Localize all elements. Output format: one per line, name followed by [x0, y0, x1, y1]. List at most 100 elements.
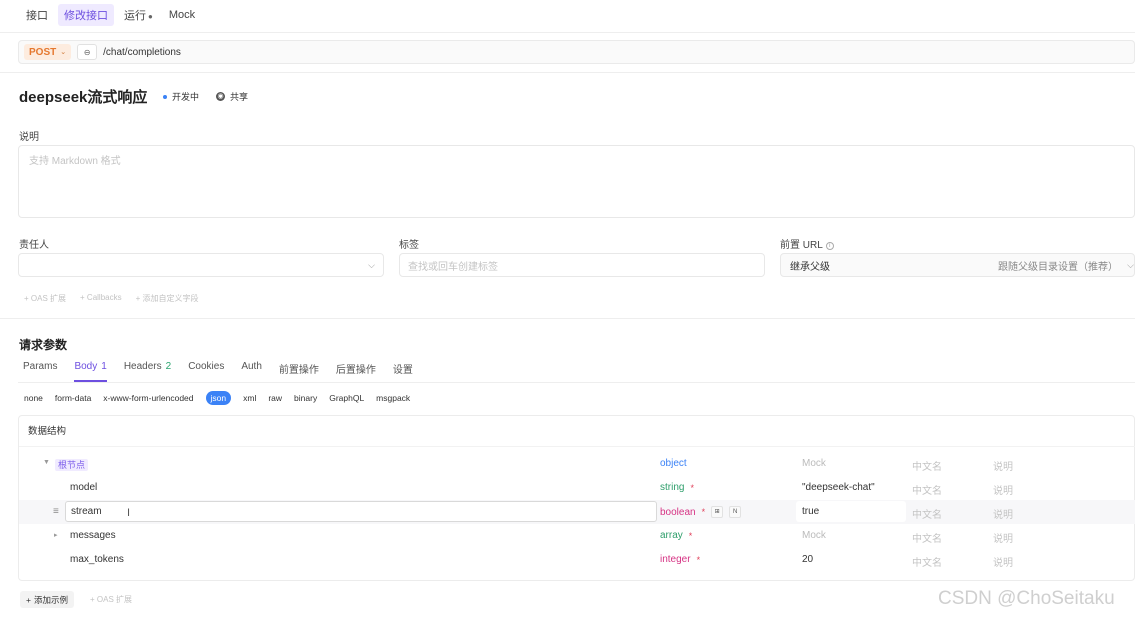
tab-cookies-label: Cookies [188, 361, 225, 372]
body-type-raw[interactable]: raw [268, 393, 282, 403]
add-example-label: 添加示例 [33, 594, 68, 605]
tab-settings-label: 设置 [392, 365, 413, 376]
extension-links: + OAS 扩展 + Callbacks + 添加自定义字段 [24, 293, 199, 304]
nullable-icon[interactable]: N [729, 506, 742, 518]
api-title[interactable]: deepseek流式响应 [19, 86, 147, 107]
table-row: ▸ messages array * Mock 中文名 说明 [19, 524, 1135, 548]
required-marker[interactable]: * [689, 531, 693, 541]
description-editor[interactable]: 支持 Markdown 格式 [18, 145, 1135, 218]
link-icon[interactable]: ⊖ [77, 44, 98, 60]
body-type-xml[interactable]: xml [243, 393, 256, 403]
url-divider [0, 72, 1135, 73]
field-description[interactable]: 说明 [993, 554, 1013, 569]
unsaved-dot-icon: ● [148, 12, 153, 21]
tab-interface[interactable]: 接口 [20, 4, 54, 26]
body-type-graphql[interactable]: GraphQL [329, 393, 364, 403]
field-type-label: boolean [660, 506, 696, 518]
custom-field-link[interactable]: + 添加自定义字段 [136, 293, 199, 304]
chevron-down-icon: ⌵ [1127, 259, 1134, 270]
field-name[interactable]: model [70, 482, 97, 493]
field-cn-name[interactable]: 中文名 [912, 482, 942, 497]
field-cn-name[interactable]: 中文名 [912, 530, 942, 545]
field-type[interactable]: string * [660, 482, 694, 493]
field-type-label: string [660, 482, 685, 493]
tab-auth[interactable]: Auth [241, 361, 262, 381]
schema-divider [19, 446, 1135, 447]
copy-icon[interactable]: ⊞ [711, 506, 724, 518]
section-divider [0, 318, 1135, 319]
method-select[interactable]: POST ⌄ [24, 44, 72, 60]
share-button[interactable]: ◉ 共享 [216, 90, 248, 103]
caret-down-icon[interactable]: ▼ [43, 459, 50, 466]
root-cn-name[interactable]: 中文名 [912, 458, 942, 473]
tab-headers[interactable]: Headers 2 [124, 361, 171, 381]
field-name[interactable]: messages [70, 530, 116, 541]
field-cn-name[interactable]: 中文名 [912, 554, 942, 569]
root-description[interactable]: 说明 [993, 458, 1013, 473]
prefix-url-label: 前置 URL i [780, 236, 834, 251]
field-type-label: integer [660, 554, 691, 565]
field-type[interactable]: array * [660, 530, 692, 541]
field-type[interactable]: boolean * ⊞ N [660, 506, 742, 518]
tab-edit-interface[interactable]: 修改接口 [58, 4, 114, 26]
field-mock[interactable]: Mock [802, 530, 826, 541]
prefix-url-select[interactable]: 继承父级 跟随父级目录设置（推荐） ⌵ [780, 253, 1135, 277]
field-description[interactable]: 说明 [993, 530, 1013, 545]
required-marker[interactable]: * [702, 507, 706, 517]
tabs-divider [18, 382, 1135, 383]
tab-cookies[interactable]: Cookies [188, 361, 224, 381]
status-badge[interactable]: 开发中 [163, 90, 199, 103]
owner-select[interactable]: ⌵ [18, 253, 384, 277]
field-type[interactable]: integer * [660, 554, 700, 565]
body-type-msgpack[interactable]: msgpack [376, 393, 410, 403]
url-path-input[interactable]: /chat/completions [103, 47, 181, 58]
text-cursor-icon: I [127, 507, 131, 519]
field-name-input[interactable]: stream [65, 501, 657, 522]
tab-body-count: 1 [101, 361, 107, 372]
tab-body[interactable]: Body 1 [74, 361, 108, 382]
oas-extension-link[interactable]: + OAS 扩展 [24, 293, 66, 304]
body-type-urlencoded[interactable]: x-www-form-urlencoded [103, 393, 193, 403]
oas-extension-link[interactable]: + OAS 扩展 [90, 594, 132, 605]
share-label: 共享 [230, 92, 249, 102]
field-mock-input[interactable]: true [796, 501, 906, 522]
tags-input[interactable]: 查找或回车创建标签 [399, 253, 765, 277]
tab-settings[interactable]: 设置 [393, 361, 413, 381]
param-tabs: Params Body 1 Headers 2 Cookies Auth 前置操作 … [23, 361, 413, 382]
tab-auth-label: Auth [241, 361, 262, 372]
top-divider [0, 32, 1135, 33]
root-mock[interactable]: Mock [802, 458, 826, 469]
field-mock[interactable]: "deepseek-chat" [802, 482, 875, 493]
caret-right-icon[interactable]: ▸ [54, 531, 58, 539]
callbacks-link[interactable]: + Callbacks [80, 293, 122, 304]
body-type-none[interactable]: none [24, 393, 43, 403]
request-params-title: 请求参数 [19, 338, 68, 352]
required-marker[interactable]: * [697, 555, 701, 565]
prefix-url-hint: 跟随父级目录设置（推荐） [998, 261, 1118, 273]
field-description[interactable]: 说明 [993, 482, 1013, 497]
add-example-button[interactable]: + 添加示例 [20, 591, 74, 608]
tab-mock[interactable]: Mock [163, 6, 201, 24]
tab-params[interactable]: Params [23, 361, 57, 381]
tab-pre-operations[interactable]: 前置操作 [279, 361, 319, 381]
field-description[interactable]: 说明 [993, 506, 1013, 521]
schema-title: 数据结构 [28, 426, 67, 437]
info-icon[interactable]: i [825, 242, 834, 250]
tab-post-operations[interactable]: 后置操作 [336, 361, 376, 381]
body-type-binary[interactable]: binary [294, 393, 317, 403]
field-mock[interactable]: 20 [802, 554, 813, 565]
tab-run[interactable]: 运行 ● [118, 4, 159, 26]
field-name[interactable]: max_tokens [70, 554, 124, 565]
body-type-form-data[interactable]: form-data [55, 393, 91, 403]
tab-body-label: Body [74, 361, 98, 372]
prefix-url-value: 继承父级 [790, 261, 830, 273]
drag-handle-icon[interactable]: ≡ [53, 506, 59, 517]
field-type-label: array [660, 530, 683, 541]
field-cn-name[interactable]: 中文名 [912, 506, 942, 521]
body-type-json[interactable]: json [205, 391, 232, 405]
required-marker[interactable]: * [690, 483, 694, 493]
watermark: CSDN @ChoSeitaku [938, 588, 1115, 609]
share-globe-icon: ◉ [216, 92, 225, 101]
root-name-wrap: 根节点 [55, 458, 89, 471]
root-type[interactable]: object [660, 458, 687, 469]
